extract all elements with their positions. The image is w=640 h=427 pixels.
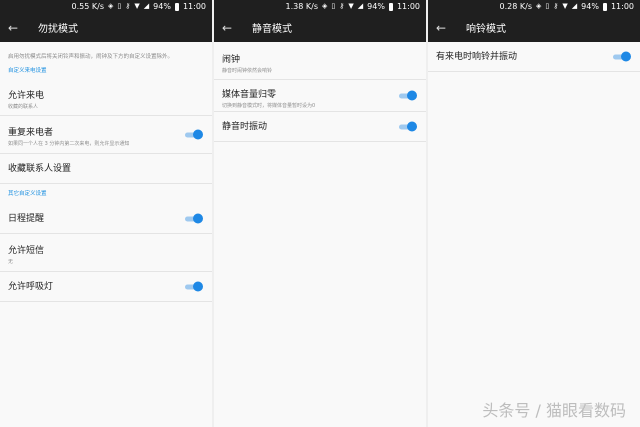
calendar-reminder-label: 日程提醒 (8, 214, 45, 224)
battery-icon (602, 2, 607, 11)
watermark: 头条号 / 猫眼看数码 (482, 401, 626, 420)
allow-sms-label: 允许短信 (8, 246, 45, 256)
wifi-icon: ▼ (134, 2, 140, 10)
breathing-light-label: 允许呼吸灯 (8, 282, 54, 292)
app-bar: ← 静音模式 (214, 13, 426, 42)
allow-sms-summary: 无 (8, 259, 14, 265)
key-icon: ⚷ (339, 2, 345, 10)
ring-vibrate-toggle[interactable] (613, 51, 631, 62)
battery-percent: 94% (153, 2, 171, 11)
repeat-callers-summary: 如果同一个人在 3 分钟内第二次来电，则允许显示通知 (8, 141, 130, 147)
network-speed: 0.28 K/s (499, 2, 532, 11)
status-bar: 1.38 K/s ◈ ▯ ⚷ ▼ ◢ 94% 11:00 (214, 0, 426, 13)
signal-icon: ◢ (571, 2, 578, 10)
silent-panel: 1.38 K/s ◈ ▯ ⚷ ▼ ◢ 94% 11:00 ← 静音模式 闹钟 静… (214, 0, 426, 427)
calendar-reminder-toggle[interactable] (185, 213, 203, 224)
favorites-settings-label: 收藏联系人设置 (8, 164, 72, 174)
wifi-icon: ▼ (562, 2, 568, 10)
app-bar: ← 响铃模式 (428, 13, 640, 42)
battery-percent: 94% (367, 2, 385, 11)
allow-calls-label: 允许来电 (8, 91, 45, 101)
vibrate-icon: ▯ (117, 2, 122, 10)
clock: 11:00 (396, 2, 420, 11)
page-title: 勿扰模式 (38, 24, 78, 35)
nfc-icon: ◈ (321, 2, 328, 10)
allow-sms-item[interactable]: 允许短信 无 (0, 234, 212, 272)
back-arrow-icon[interactable]: ← (222, 21, 236, 35)
allow-calls-item[interactable]: 允许来电 收藏的联系人 (0, 80, 212, 116)
silent-vibrate-toggle[interactable] (399, 121, 417, 132)
battery-icon (388, 2, 393, 11)
silent-vibrate-label: 静音时振动 (222, 122, 268, 132)
calendar-reminder-item[interactable]: 日程提醒 (0, 204, 212, 234)
media-mute-item[interactable]: 媒体音量归零 切换到静音模式时，将媒体音量暂时设为0 (214, 80, 426, 112)
media-mute-toggle[interactable] (399, 90, 417, 101)
page-title: 响铃模式 (466, 24, 506, 35)
repeat-callers-item[interactable]: 重复来电者 如果同一个人在 3 分钟内第二次来电，则允许显示通知 (0, 116, 212, 154)
nfc-icon: ◈ (107, 2, 114, 10)
section-header-call-settings: 自定义来电设置 (8, 68, 47, 74)
network-speed: 0.55 K/s (71, 2, 104, 11)
media-mute-label: 媒体音量归零 (222, 90, 277, 100)
dnd-panel: 0.55 K/s ◈ ▯ ⚷ ▼ ◢ 94% 11:00 ← 勿扰模式 启用勿扰… (0, 0, 212, 427)
clock: 11:00 (182, 2, 206, 11)
dnd-description: 启用勿扰模式后将关闭铃声和振动，闹钟及下方的自定义设置除外。 (8, 54, 174, 60)
ring-panel: 0.28 K/s ◈ ▯ ⚷ ▼ ◢ 94% 11:00 ← 响铃模式 有来电时… (428, 0, 640, 427)
allow-calls-summary: 收藏的联系人 (8, 104, 39, 110)
alarm-label: 闹钟 (222, 55, 241, 65)
app-bar: ← 勿扰模式 (0, 13, 212, 42)
page-title: 静音模式 (252, 24, 292, 35)
vibrate-icon: ▯ (331, 2, 336, 10)
repeat-callers-label: 重复来电者 (8, 128, 54, 138)
key-icon: ⚷ (553, 2, 559, 10)
section-header-other-settings: 其它自定义设置 (8, 191, 47, 197)
nfc-icon: ◈ (535, 2, 542, 10)
back-arrow-icon[interactable]: ← (8, 21, 22, 35)
battery-icon (174, 2, 179, 11)
repeat-callers-toggle[interactable] (185, 129, 203, 140)
ring-vibrate-item[interactable]: 有来电时响铃并振动 (428, 42, 640, 72)
signal-icon: ◢ (143, 2, 150, 10)
back-arrow-icon[interactable]: ← (436, 21, 450, 35)
network-speed: 1.38 K/s (285, 2, 318, 11)
key-icon: ⚷ (125, 2, 131, 10)
silent-vibrate-item[interactable]: 静音时振动 (214, 112, 426, 142)
breathing-light-item[interactable]: 允许呼吸灯 (0, 272, 212, 302)
favorites-settings-item[interactable]: 收藏联系人设置 (0, 154, 212, 184)
wifi-icon: ▼ (348, 2, 354, 10)
breathing-light-toggle[interactable] (185, 281, 203, 292)
alarm-item[interactable]: 闹钟 静音时闹钟依然会响铃 (214, 42, 426, 80)
signal-icon: ◢ (357, 2, 364, 10)
battery-percent: 94% (581, 2, 599, 11)
clock: 11:00 (610, 2, 634, 11)
vibrate-icon: ▯ (545, 2, 550, 10)
alarm-summary: 静音时闹钟依然会响铃 (222, 68, 273, 74)
status-bar: 0.55 K/s ◈ ▯ ⚷ ▼ ◢ 94% 11:00 (0, 0, 212, 13)
media-mute-summary: 切换到静音模式时，将媒体音量暂时设为0 (222, 103, 316, 109)
status-bar: 0.28 K/s ◈ ▯ ⚷ ▼ ◢ 94% 11:00 (428, 0, 640, 13)
ring-vibrate-label: 有来电时响铃并振动 (436, 52, 518, 62)
